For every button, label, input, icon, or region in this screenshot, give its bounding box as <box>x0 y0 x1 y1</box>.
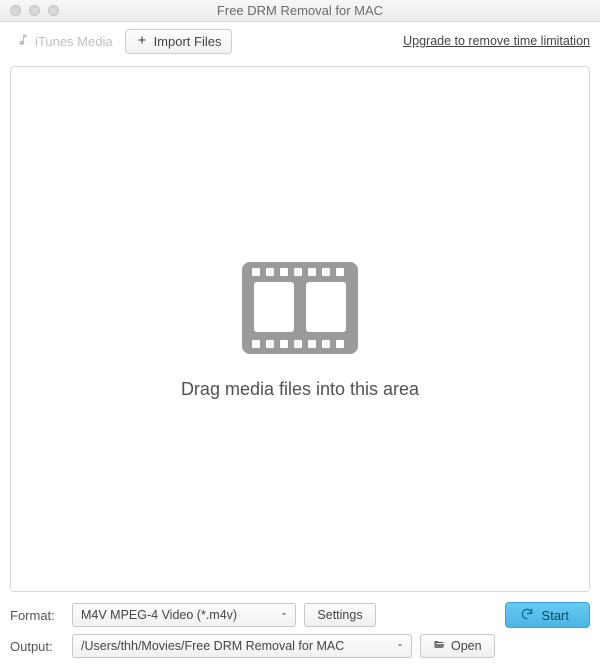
chevron-down-icon <box>279 608 289 622</box>
open-button[interactable]: Open <box>420 634 495 658</box>
music-note-icon <box>16 33 30 50</box>
open-label: Open <box>451 639 482 653</box>
settings-label: Settings <box>317 608 362 622</box>
titlebar: Free DRM Removal for MAC <box>0 0 600 22</box>
format-select[interactable]: M4V MPEG-4 Video (*.m4v) <box>72 603 296 627</box>
import-files-label: Import Files <box>154 34 222 49</box>
format-row: Format: M4V MPEG-4 Video (*.m4v) Setting… <box>10 602 590 628</box>
start-label: Start <box>542 608 569 623</box>
itunes-media-button[interactable]: iTunes Media <box>10 29 119 54</box>
format-value: M4V MPEG-4 Video (*.m4v) <box>81 608 237 622</box>
import-files-button[interactable]: Import Files <box>125 29 233 54</box>
output-label: Output: <box>10 639 64 654</box>
format-label: Format: <box>10 608 64 623</box>
folder-open-icon <box>433 639 445 654</box>
start-button[interactable]: Start <box>505 602 590 628</box>
settings-button[interactable]: Settings <box>304 603 375 627</box>
upgrade-link[interactable]: Upgrade to remove time limitation <box>403 34 590 48</box>
drop-hint: Drag media files into this area <box>181 379 419 400</box>
itunes-media-label: iTunes Media <box>35 34 113 49</box>
filmstrip-icon <box>240 258 360 361</box>
plus-icon <box>136 34 148 49</box>
window-title: Free DRM Removal for MAC <box>0 3 600 18</box>
drop-area[interactable]: Drag media files into this area <box>10 66 590 592</box>
refresh-icon <box>520 607 534 624</box>
toolbar: iTunes Media Import Files Upgrade to rem… <box>0 22 600 60</box>
output-value: /Users/thh/Movies/Free DRM Removal for M… <box>81 639 344 653</box>
output-select[interactable]: /Users/thh/Movies/Free DRM Removal for M… <box>72 634 412 658</box>
bottom-bar: Format: M4V MPEG-4 Video (*.m4v) Setting… <box>0 600 600 668</box>
chevron-down-icon <box>395 639 405 653</box>
output-row: Output: /Users/thh/Movies/Free DRM Remov… <box>10 634 590 658</box>
